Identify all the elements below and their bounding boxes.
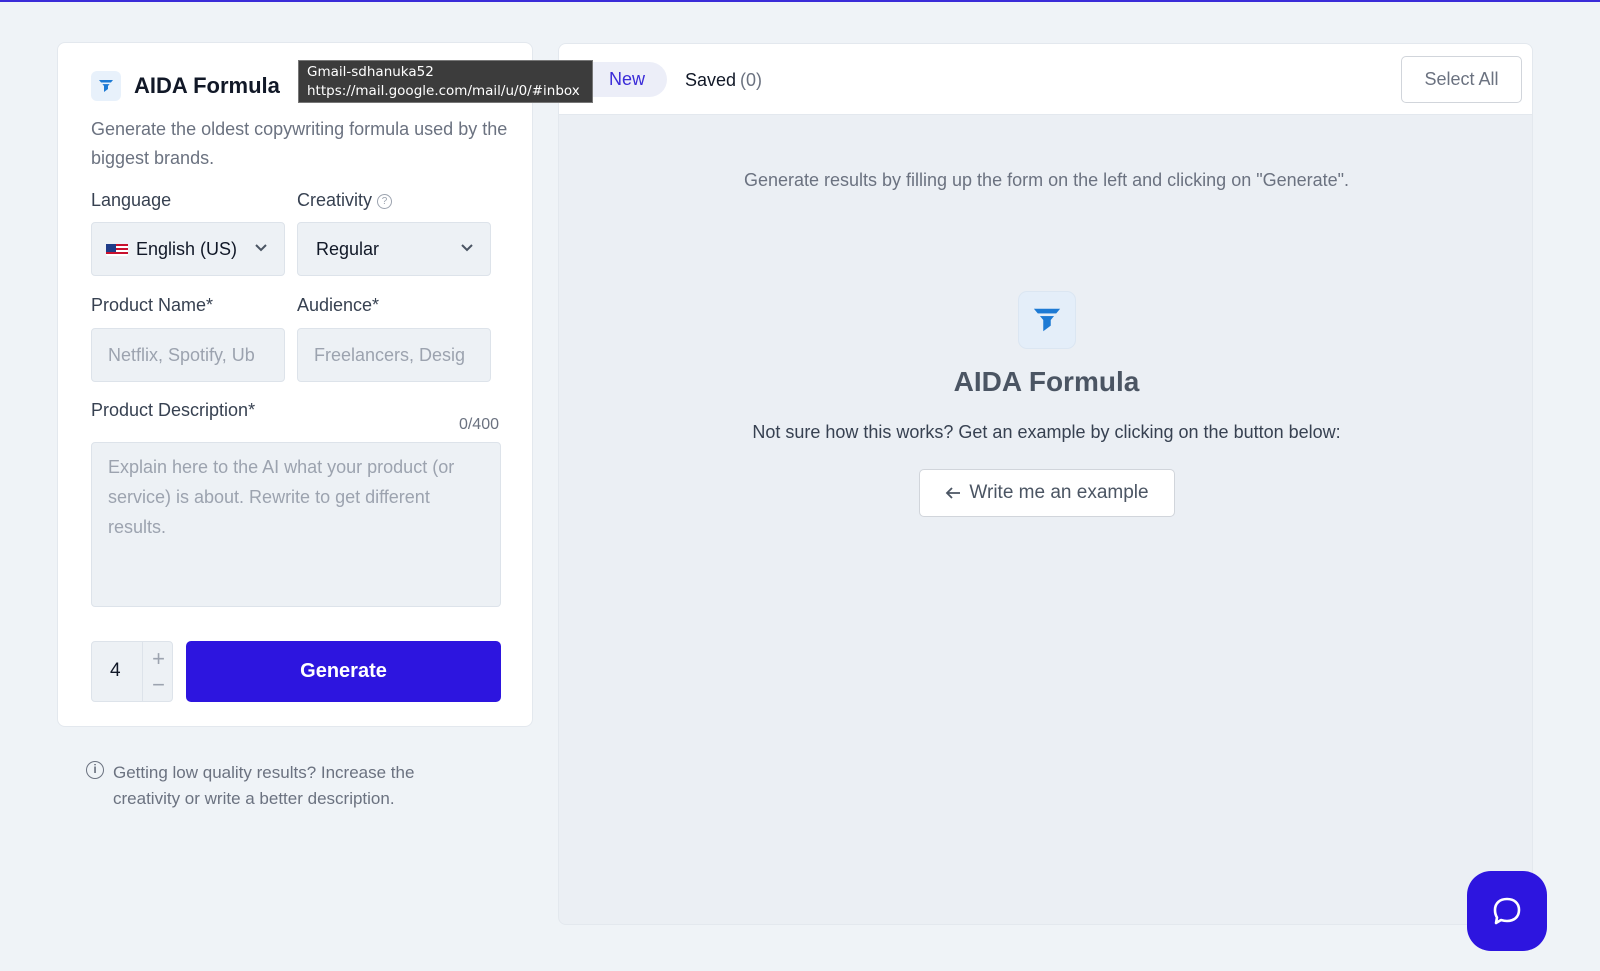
tab-saved-label: Saved xyxy=(685,70,737,90)
language-label: Language xyxy=(91,190,172,210)
chevron-down-icon xyxy=(461,244,473,252)
tooltip-title: Gmail-sdhanuka52 xyxy=(307,64,434,80)
product-description-label: Product Description* xyxy=(91,400,256,420)
language-select[interactable]: English (US) xyxy=(91,222,285,276)
chevron-down-icon xyxy=(255,244,267,252)
chat-icon xyxy=(1493,897,1521,925)
tip-text: Getting low quality results? Increase th… xyxy=(113,763,415,808)
top-accent-line xyxy=(0,0,1600,2)
arrow-left-icon xyxy=(946,487,961,499)
product-name-input[interactable]: Netflix, Spotify, Ub xyxy=(91,328,285,382)
generate-button[interactable]: Generate xyxy=(186,641,501,702)
language-value: English (US) xyxy=(136,238,238,259)
write-example-label: Write me an example xyxy=(969,482,1149,503)
empty-state-subtitle: Not sure how this works? Get an example … xyxy=(752,422,1341,442)
creativity-label-text: Creativity xyxy=(297,190,373,210)
select-all-button[interactable]: Select All xyxy=(1401,56,1522,103)
quantity-value: 4 xyxy=(110,660,121,681)
stepper-buttons: + − xyxy=(142,642,173,701)
audience-label: Audience* xyxy=(297,295,380,315)
browser-tab-tooltip: Gmail-sdhanuka52 https://mail.google.com… xyxy=(298,60,593,103)
funnel-icon xyxy=(1018,291,1076,349)
tool-header: AIDA Formula xyxy=(91,71,280,101)
empty-state-hint: Generate results by filling up the form … xyxy=(743,170,1350,190)
form-card: AIDA Formula Generate the oldest copywri… xyxy=(57,42,533,727)
tool-description: Generate the oldest copywriting formula … xyxy=(91,119,508,168)
creativity-select[interactable]: Regular xyxy=(297,222,491,276)
empty-state-title: AIDA Formula xyxy=(953,366,1140,397)
character-counter: 0/400 xyxy=(458,416,499,433)
tool-title: AIDA Formula xyxy=(134,73,280,98)
saved-count: (0) xyxy=(740,70,763,90)
quality-tip: i Getting low quality results? Increase … xyxy=(86,760,453,812)
product-name-label: Product Name* xyxy=(91,295,214,315)
decrement-button[interactable]: − xyxy=(143,670,174,699)
help-icon[interactable]: ? xyxy=(377,194,393,209)
results-panel: New Saved (0) Select All Generate results… xyxy=(558,43,1533,925)
creativity-label: Creativity? xyxy=(297,190,393,211)
creativity-value: Regular xyxy=(316,238,380,259)
product-description-textarea[interactable]: Explain here to the AI what your product… xyxy=(91,442,501,607)
quantity-stepper[interactable]: 4 + − xyxy=(91,641,173,702)
tooltip-url: https://mail.google.com/mail/u/0/#inbox xyxy=(307,83,580,99)
increment-button[interactable]: + xyxy=(143,644,174,673)
info-icon: i xyxy=(86,761,104,779)
audience-input[interactable]: Freelancers, Desig xyxy=(297,328,491,382)
chat-launcher-button[interactable] xyxy=(1467,871,1547,951)
write-example-button[interactable]: Write me an example xyxy=(919,469,1175,517)
funnel-icon xyxy=(91,71,121,101)
us-flag-icon xyxy=(106,242,128,256)
tab-saved[interactable]: Saved (0) xyxy=(685,70,762,91)
results-toolbar: New Saved (0) Select All xyxy=(559,44,1532,115)
